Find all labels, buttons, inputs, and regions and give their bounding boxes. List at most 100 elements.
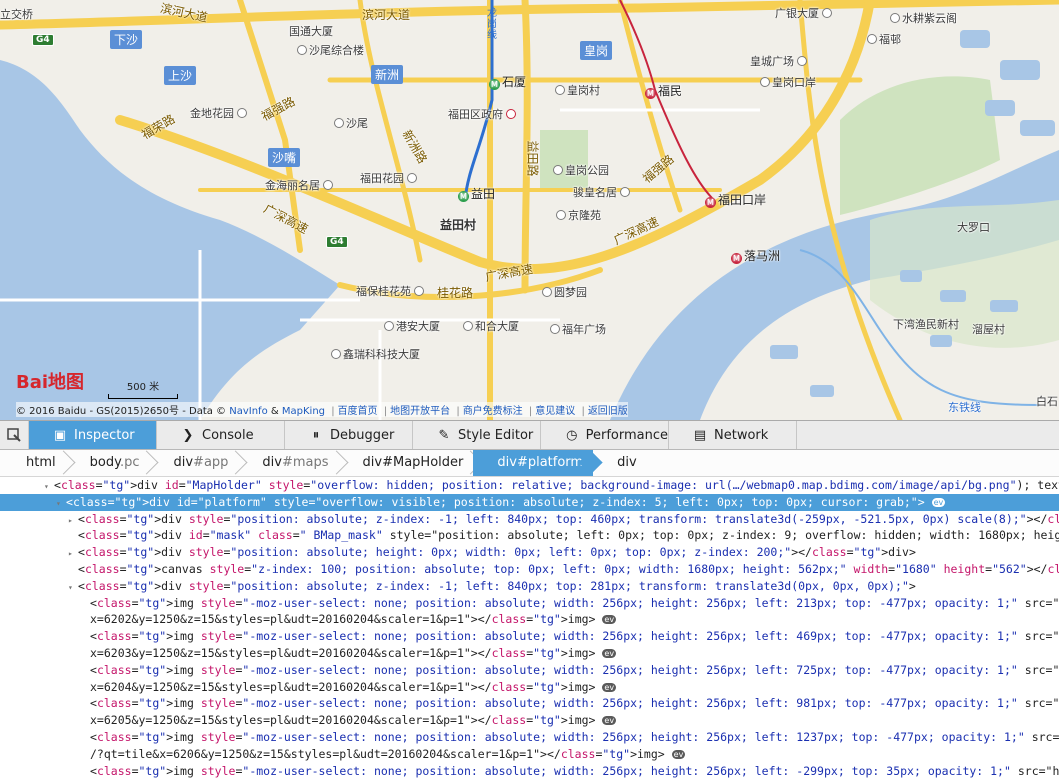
poi[interactable]: 福邨 <box>867 33 901 46</box>
building-icon <box>463 321 473 331</box>
markup-line[interactable]: <class="tg">img style="-moz-user-select:… <box>0 595 1059 612</box>
markup-line[interactable]: <class="tg">img style="-moz-user-select:… <box>0 695 1059 712</box>
breadcrumb-item[interactable]: div#maps <box>238 450 338 476</box>
poi[interactable]: 京隆苑 <box>556 209 601 222</box>
village-icon <box>334 118 344 128</box>
tab-console[interactable]: ❯ Console <box>157 421 285 449</box>
footer-link[interactable]: 商户免费标注 <box>463 406 523 417</box>
footer-link[interactable]: 百度首页 <box>338 406 378 417</box>
markup-line[interactable]: x=6203&y=1250&z=15&styles=pl&udt=2016020… <box>0 645 1059 662</box>
tab-debugger[interactable]: ⏸ Debugger <box>285 421 413 449</box>
poi[interactable]: 圆梦园 <box>542 286 587 299</box>
markup-line[interactable]: <class="tg">img style="-moz-user-select:… <box>0 662 1059 679</box>
event-badge[interactable]: ev <box>602 648 617 658</box>
tab-inspector[interactable]: ▣ Inspector <box>29 421 157 449</box>
markup-line[interactable]: <class="tg">img style="-moz-user-select:… <box>0 763 1059 779</box>
event-badge[interactable]: ev <box>931 497 946 507</box>
poi[interactable]: 白石 <box>1036 395 1058 408</box>
poi[interactable]: 福田区政府 <box>448 108 518 121</box>
poi[interactable]: 立交桥 <box>0 8 33 21</box>
expand-toggle-icon[interactable]: ▾ <box>56 496 66 511</box>
building-icon <box>331 349 341 359</box>
metro-icon: M <box>645 88 656 99</box>
tab-style-editor[interactable]: ✎ Style Editor <box>413 421 541 449</box>
footer-link[interactable]: 地图开放平台 <box>390 406 450 417</box>
footer-link[interactable]: 返回旧版 <box>588 406 628 417</box>
poi[interactable]: 国通大厦 <box>289 25 333 38</box>
metro-station[interactable]: M 福民 <box>645 82 682 99</box>
markup-line[interactable]: ▸ <class="tg">div style="position: absolu… <box>0 511 1059 528</box>
markup-line[interactable]: /?qt=tile&x=6206&y=1250&z=15&styles=pl&u… <box>0 746 1059 763</box>
breadcrumb-item[interactable]: div#app <box>149 450 238 476</box>
highway-shield: G4 <box>326 236 348 248</box>
tab-network[interactable]: ▤ Network <box>669 421 797 449</box>
footer-link[interactable]: 意见建议 <box>535 406 575 417</box>
markup-line[interactable]: <class="tg">img style="-moz-user-select:… <box>0 628 1059 645</box>
event-badge[interactable]: ev <box>602 682 617 692</box>
event-badge[interactable]: ev <box>671 749 686 759</box>
poi[interactable]: 鑫瑞科科技大厦 <box>331 348 420 361</box>
port-icon <box>760 77 770 87</box>
markup-line[interactable]: x=6204&y=1250&z=15&styles=pl&udt=2016020… <box>0 679 1059 696</box>
expand-toggle-icon[interactable]: ▸ <box>68 513 78 528</box>
tab-performance[interactable]: ◷ Performance <box>541 421 669 449</box>
poi[interactable]: 港安大厦 <box>384 320 440 333</box>
metro-station[interactable]: M 福田口岸 <box>705 191 766 208</box>
metro-line-label: 龙岗线 <box>487 8 497 41</box>
poi[interactable]: 沙尾 <box>334 117 368 130</box>
element-picker-button[interactable] <box>0 421 29 449</box>
village-icon <box>867 34 877 44</box>
metro-station[interactable]: M 益田 <box>458 185 495 202</box>
poi[interactable]: 下湾渔民新村 <box>893 318 959 331</box>
poi[interactable]: 福田花园 <box>360 172 419 185</box>
inspector-icon: ▣ <box>53 427 67 443</box>
poi[interactable]: 皇城广场 <box>750 55 809 68</box>
poi[interactable]: 福年广场 <box>550 323 606 336</box>
markup-line[interactable]: x=6202&y=1250&z=15&styles=pl&udt=2016020… <box>0 611 1059 628</box>
poi[interactable]: 皇岗村 <box>555 84 600 97</box>
poi[interactable]: 皇岗公园 <box>553 164 609 177</box>
map-view[interactable]: 下沙 上沙 新洲 沙嘴 皇岗 G4 G4 滨河大道 滨河大道 福强路 福荣路 新… <box>0 0 1059 420</box>
markup-line[interactable]: ▸ <class="tg">div style="position: absolu… <box>0 544 1059 561</box>
expand-toggle-icon[interactable]: ▸ <box>68 546 78 561</box>
breadcrumb-item-active[interactable]: div#platform <box>473 450 594 476</box>
metro-station[interactable]: M 落马洲 <box>731 247 780 264</box>
event-badge[interactable]: ev <box>602 716 617 726</box>
markup-line[interactable]: ▾ <class="tg">div id="MapHolder" style="o… <box>0 477 1059 494</box>
markup-line[interactable]: <class="tg">div id="mask" class=" BMap_m… <box>0 527 1059 544</box>
markup-line[interactable]: ▾ <class="tg">div style="position: absolu… <box>0 578 1059 595</box>
poi[interactable]: 皇岗口岸 <box>760 76 816 89</box>
expand-toggle-icon[interactable]: ▾ <box>68 580 78 595</box>
navinfo-link[interactable]: NavInfo <box>229 406 267 417</box>
markup-line[interactable]: <class="tg">img style="-moz-user-select:… <box>0 729 1059 746</box>
markup-line[interactable]: x=6205&y=1250&z=15&styles=pl&udt=2016020… <box>0 712 1059 729</box>
breadcrumb-item[interactable]: body.pc <box>66 450 150 476</box>
metro-icon: M <box>489 79 500 90</box>
poi[interactable]: 大罗口 <box>957 221 990 234</box>
event-badge[interactable]: ev <box>602 615 617 625</box>
poi[interactable]: 沙尾综合楼 <box>297 44 364 57</box>
markup-line[interactable]: <class="tg">canvas style="z-index: 100; … <box>0 561 1059 578</box>
poi[interactable]: 金海丽名居 <box>265 179 335 192</box>
poi[interactable]: 福保桂花苑 <box>356 285 426 298</box>
poi[interactable]: 骏皇名居 <box>573 186 632 199</box>
metro-icon: M <box>705 197 716 208</box>
poi[interactable]: 溜屋村 <box>972 323 1005 336</box>
mapking-link[interactable]: MapKing <box>282 406 325 417</box>
poi[interactable]: 和合大厦 <box>463 320 519 333</box>
map-canvas[interactable] <box>0 0 1059 420</box>
poi[interactable]: 水耕紫云阁 <box>890 12 957 25</box>
markup-tree[interactable]: ▾ <class="tg">div id="MapHolder" style="o… <box>0 477 1059 779</box>
building-icon <box>297 45 307 55</box>
poi[interactable]: 金地花园 <box>190 107 249 120</box>
expand-toggle-icon[interactable]: ▾ <box>44 479 54 494</box>
road-label: 滨河大道 <box>362 8 411 22</box>
breadcrumb-item[interactable]: html <box>0 450 66 476</box>
breadcrumb-item[interactable]: div#MapHolder <box>339 450 474 476</box>
poi[interactable]: 广银大厦 <box>775 7 834 20</box>
metro-station[interactable]: M 石厦 <box>489 73 526 90</box>
markup-line[interactable]: ▾ <class="tg">div id="platform" style="ov… <box>0 493 1059 511</box>
baidu-logo[interactable]: Bai地图 <box>16 368 84 394</box>
road-label: 益田路 <box>525 140 540 177</box>
metro-icon: M <box>458 191 469 202</box>
